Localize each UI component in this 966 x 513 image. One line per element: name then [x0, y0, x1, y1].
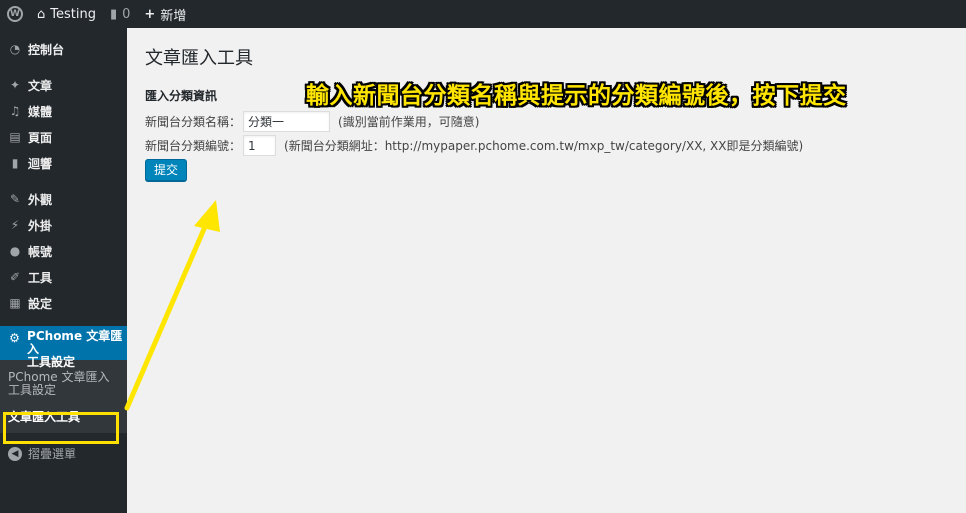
submenu-item-line1: PChome 文章匯入	[8, 370, 110, 384]
comment-icon: ▮	[11, 156, 19, 170]
page-icon: ▤	[9, 130, 21, 144]
number-row: 新聞台分類編號： (新聞台分類網址：http://mypaper.pchome.…	[145, 135, 955, 156]
sidebar-item-label: 帳號	[28, 244, 53, 259]
current-menu-line2: 工具設定	[27, 355, 76, 369]
new-content-link[interactable]: + 新增	[137, 0, 193, 28]
sidebar-item-label: 迴響	[28, 156, 53, 171]
wordpress-icon: W	[7, 6, 23, 22]
plugin-icon: ⚡	[10, 218, 20, 232]
sidebar-item-label: 外觀	[28, 192, 53, 207]
sidebar-item-dashboard[interactable]: ◔ 控制台	[0, 36, 127, 62]
sidebar-item-plugins[interactable]: ⚡ 外掛	[0, 212, 127, 238]
brush-icon: ✎	[9, 192, 21, 206]
comments-count: 0	[122, 6, 131, 22]
number-label: 新聞台分類編號：	[145, 139, 242, 153]
admin-bar: W ⌂ Testing ▮ 0 + 新增	[0, 0, 966, 28]
sidebar-item-tools[interactable]: ✐ 工具	[0, 264, 127, 290]
sidebar-item-users[interactable]: ● 帳號	[0, 238, 127, 264]
home-icon: ⌂	[37, 6, 46, 22]
annotation-highlight-box	[3, 412, 119, 444]
wrench-icon: ✐	[9, 270, 21, 284]
sidebar-item-label: 設定	[28, 296, 53, 311]
new-label: 新增	[160, 8, 187, 24]
category-number-input[interactable]	[243, 135, 277, 156]
number-hint: (新聞台分類網址：http://mypaper.pchome.com.tw/mx…	[284, 139, 804, 153]
submenu-item-line2: 工具設定	[8, 383, 57, 397]
current-menu-line1: PChome 文章匯入	[27, 329, 123, 356]
site-name-link[interactable]: ⌂ Testing	[30, 0, 103, 28]
name-hint: (識別當前作業用，可隨意)	[338, 115, 480, 129]
plus-icon: +	[144, 6, 156, 22]
page-title: 文章匯入工具	[145, 48, 253, 69]
annotation-text: 輸入新聞台分類名稱與提示的分類編號後，按下提交	[306, 83, 847, 109]
comment-bubble-icon: ▮	[109, 6, 118, 22]
media-icon: ♫	[9, 104, 21, 118]
collapse-icon: ◀	[8, 446, 22, 461]
user-icon: ●	[9, 244, 21, 258]
site-name: Testing	[50, 6, 96, 22]
sidebar-item-label: 頁面	[28, 130, 53, 145]
sidebar-item-label: 媒體	[28, 104, 53, 119]
sidebar-item-label: 外掛	[28, 218, 53, 233]
sidebar-item-label: PChome 文章匯入 工具設定	[27, 330, 127, 369]
sidebar-item-label: 文章	[28, 78, 53, 93]
sidebar-item-comments[interactable]: ▮ 迴響	[0, 150, 127, 176]
sidebar-item-pages[interactable]: ▤ 頁面	[0, 124, 127, 150]
dashboard-icon: ◔	[9, 42, 21, 56]
sidebar-item-label: 工具	[28, 270, 53, 285]
sidebar-item-media[interactable]: ♫ 媒體	[0, 98, 127, 124]
sidebar-item-label: 控制台	[28, 42, 65, 57]
name-row: 新聞台分類名稱： (識別當前作業用，可隨意)	[145, 111, 955, 132]
comments-link[interactable]: ▮ 0	[103, 0, 137, 28]
submenu-item-settings[interactable]: PChome 文章匯入 工具設定	[0, 368, 127, 400]
sidebar-item-appearance[interactable]: ✎ 外觀	[0, 186, 127, 212]
submit-button[interactable]: 提交	[145, 159, 188, 181]
gear-icon: ⚙	[9, 331, 20, 345]
sidebar-item-settings[interactable]: ▦ 設定	[0, 290, 127, 316]
wordpress-logo-button[interactable]: W	[0, 0, 30, 28]
category-name-input[interactable]	[243, 111, 331, 132]
sidebar-item-posts[interactable]: ✦ 文章	[0, 72, 127, 98]
name-label: 新聞台分類名稱：	[145, 115, 242, 129]
settings-icon: ▦	[9, 296, 21, 310]
collapse-label: 摺疊選單	[28, 447, 77, 461]
pushpin-icon: ✦	[9, 78, 21, 92]
sidebar-item-pchome-importer[interactable]: ⚙ PChome 文章匯入 工具設定	[0, 326, 127, 369]
